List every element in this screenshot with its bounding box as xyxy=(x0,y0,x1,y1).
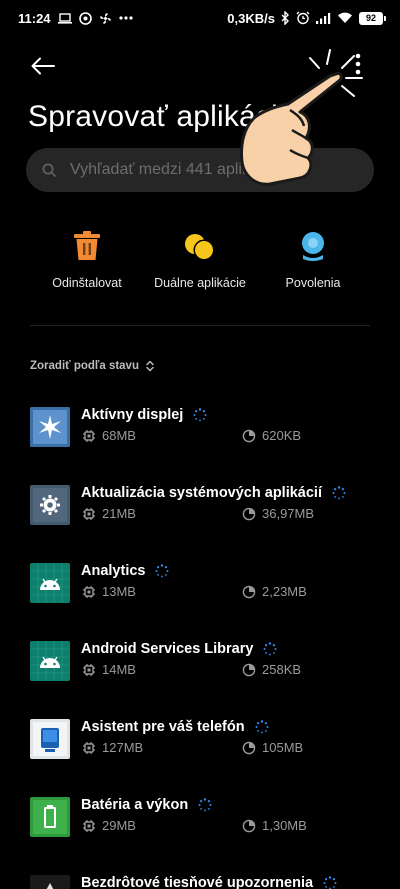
cache-pie-icon xyxy=(242,429,256,442)
app-row-wireless-emergency-alerts[interactable]: Bezdrôtové tiesňové upozornenia xyxy=(0,858,400,889)
app-storage: 14MB xyxy=(102,662,136,677)
storage-chip-icon xyxy=(83,819,95,832)
status-right: 0,3KB/s 92 xyxy=(227,11,386,26)
trash-icon xyxy=(69,228,105,264)
permissions-label: Povolenia xyxy=(285,276,341,290)
dual-apps-label: Duálne aplikácie xyxy=(154,276,246,290)
vpn-icon xyxy=(78,11,92,25)
app-storage: 68MB xyxy=(102,428,136,443)
app-cache: 105MB xyxy=(262,740,304,755)
permissions-button[interactable]: Povolenia xyxy=(253,228,373,290)
assistant-icon xyxy=(30,719,70,759)
storage-chip-icon xyxy=(83,585,95,598)
back-button[interactable] xyxy=(28,52,58,80)
app-name: Bezdrôtové tiesňové upozornenia xyxy=(81,875,314,889)
search-icon xyxy=(40,161,58,179)
status-bar: 11:24 0,3KB/s 92 xyxy=(0,0,400,36)
more-dots-icon xyxy=(118,16,133,20)
app-row-battery-performance[interactable]: Batéria a výkon 29MB 1,30MB xyxy=(0,780,400,850)
search-input[interactable]: Vyhľadať medzi 441 aplikáciami xyxy=(26,148,374,192)
app-row-system-update[interactable]: Aktualizácia systémových aplikácií 21MB … xyxy=(0,468,400,538)
divider xyxy=(30,325,370,326)
app-name: Asistent pre váš telefón xyxy=(81,719,245,735)
app-cache: 1,30MB xyxy=(262,818,307,833)
cache-pie-icon xyxy=(242,819,256,832)
app-name: Aktívny displej xyxy=(81,407,184,423)
uninstall-label: Odinštalovat xyxy=(52,276,122,290)
loading-spinner-icon xyxy=(155,564,169,578)
battery-indicator: 92 xyxy=(359,11,386,25)
app-name: Android Services Library xyxy=(81,641,254,657)
signal-icon xyxy=(316,12,331,24)
app-storage: 13MB xyxy=(102,584,136,599)
net-speed: 0,3KB/s xyxy=(227,10,275,26)
app-cache: 620KB xyxy=(262,428,302,443)
dual-apps-button[interactable]: Duálne aplikácie xyxy=(140,228,260,290)
app-storage: 29MB xyxy=(102,818,136,833)
more-options-button[interactable] xyxy=(340,44,376,84)
system-update-icon xyxy=(30,485,70,525)
cache-pie-icon xyxy=(242,663,256,676)
app-row-active-display[interactable]: Aktívny displej 68MB 620KB xyxy=(0,390,400,460)
status-time: 11:24 xyxy=(18,10,51,26)
wifi-icon xyxy=(337,12,353,24)
app-row-analytics[interactable]: Analytics 13MB 2,23MB xyxy=(0,546,400,616)
cache-pie-icon xyxy=(242,741,256,754)
permissions-icon xyxy=(295,228,331,264)
sort-updown-icon xyxy=(146,360,154,372)
app-cache: 36,97MB xyxy=(262,506,315,521)
app-cache: 2,23MB xyxy=(262,584,307,599)
cache-pie-icon xyxy=(242,507,256,520)
alarm-icon xyxy=(296,11,310,25)
dual-apps-icon xyxy=(182,228,218,264)
loading-spinner-icon xyxy=(193,408,207,422)
app-cache: 258KB xyxy=(262,662,302,677)
fan-icon xyxy=(99,12,112,25)
more-vertical-icon xyxy=(355,53,361,75)
storage-chip-icon xyxy=(83,507,95,520)
sort-label: Zoradiť podľa stavu xyxy=(30,360,139,372)
sort-selector[interactable]: Zoradiť podľa stavu xyxy=(30,360,155,372)
active-display-icon xyxy=(30,407,70,447)
page-title: Spravovať aplikácie xyxy=(28,100,295,133)
battery-icon xyxy=(30,797,70,837)
loading-spinner-icon xyxy=(323,876,337,889)
app-storage: 127MB xyxy=(102,740,144,755)
app-storage: 21MB xyxy=(102,506,136,521)
loading-spinner-icon xyxy=(198,798,212,812)
app-name: Aktualizácia systémových aplikácií xyxy=(81,485,322,501)
uninstall-button[interactable]: Odinštalovat xyxy=(27,228,147,290)
android-icon xyxy=(30,563,70,603)
cache-pie-icon xyxy=(242,585,256,598)
quick-actions: Odinštalovat Duálne aplikácie Povolenia xyxy=(0,228,400,298)
storage-chip-icon xyxy=(83,429,95,442)
app-row-phone-assistant[interactable]: Asistent pre váš telefón 127MB 105MB xyxy=(0,702,400,772)
loading-spinner-icon xyxy=(263,642,277,656)
storage-chip-icon xyxy=(83,741,95,754)
loading-spinner-icon xyxy=(255,720,269,734)
laptop-icon xyxy=(57,12,72,24)
app-row-android-services-library[interactable]: Android Services Library 14MB 258KB xyxy=(0,624,400,694)
status-left: 11:24 xyxy=(18,11,133,26)
search-placeholder: Vyhľadať medzi 441 aplikáciami xyxy=(70,161,297,178)
android-icon xyxy=(30,641,70,681)
bluetooth-icon xyxy=(281,11,290,25)
back-arrow-icon xyxy=(31,57,55,75)
emergency-alert-icon xyxy=(30,875,70,889)
battery-level: 92 xyxy=(359,11,383,25)
app-name: Analytics xyxy=(81,563,146,579)
storage-chip-icon xyxy=(83,663,95,676)
loading-spinner-icon xyxy=(332,486,346,500)
app-name: Batéria a výkon xyxy=(81,797,189,813)
